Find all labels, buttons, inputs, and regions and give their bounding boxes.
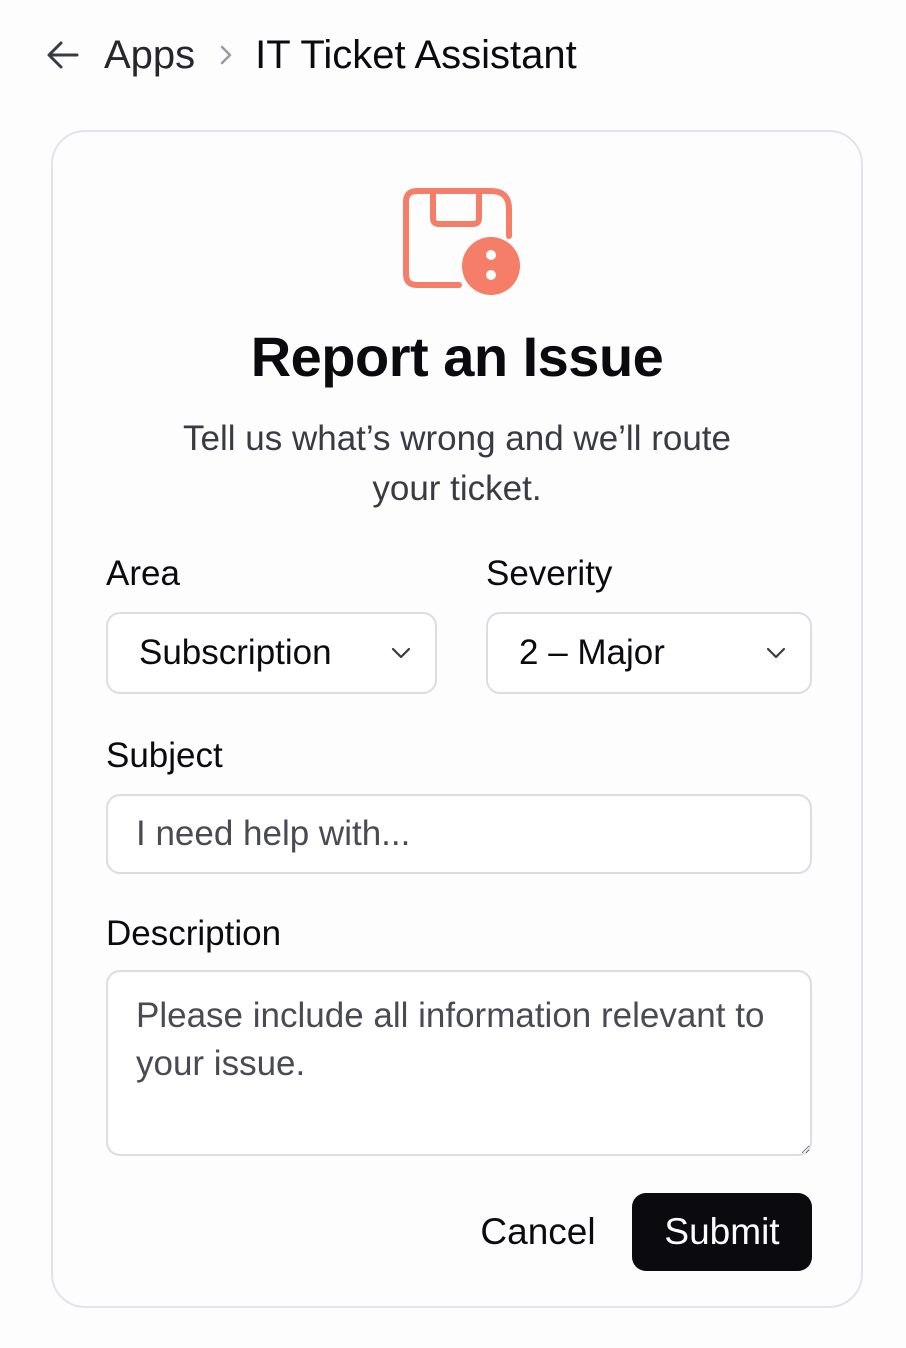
severity-select[interactable]: 2 – Major [486,612,812,694]
description-textarea[interactable] [106,970,812,1156]
breadcrumb: Apps IT Ticket Assistant [44,28,577,82]
chevron-right-icon [213,42,239,68]
area-select-value: Subscription [139,633,332,672]
subject-input[interactable] [106,794,812,874]
chevron-down-icon [389,641,413,665]
breadcrumb-apps-link[interactable]: Apps [104,33,195,78]
area-label: Area [106,554,180,593]
area-select[interactable]: Subscription [106,612,437,694]
arrow-left-icon[interactable] [44,36,82,74]
chevron-down-icon [764,641,788,665]
page-subtitle: Tell us what’s wrong and we’ll route you… [183,419,731,508]
report-issue-card: Report an Issue Tell us what’s wrong and… [51,130,863,1308]
severity-select-value: 2 – Major [519,633,665,672]
severity-label: Severity [486,554,613,593]
subject-label: Subject [106,736,223,775]
cancel-button[interactable]: Cancel [473,1192,603,1272]
floppy-disk-alert-icon [403,188,523,296]
breadcrumb-current-page: IT Ticket Assistant [255,32,577,77]
page-title: Report an Issue [250,325,664,388]
submit-button[interactable]: Submit [632,1193,812,1271]
description-label: Description [106,914,282,953]
